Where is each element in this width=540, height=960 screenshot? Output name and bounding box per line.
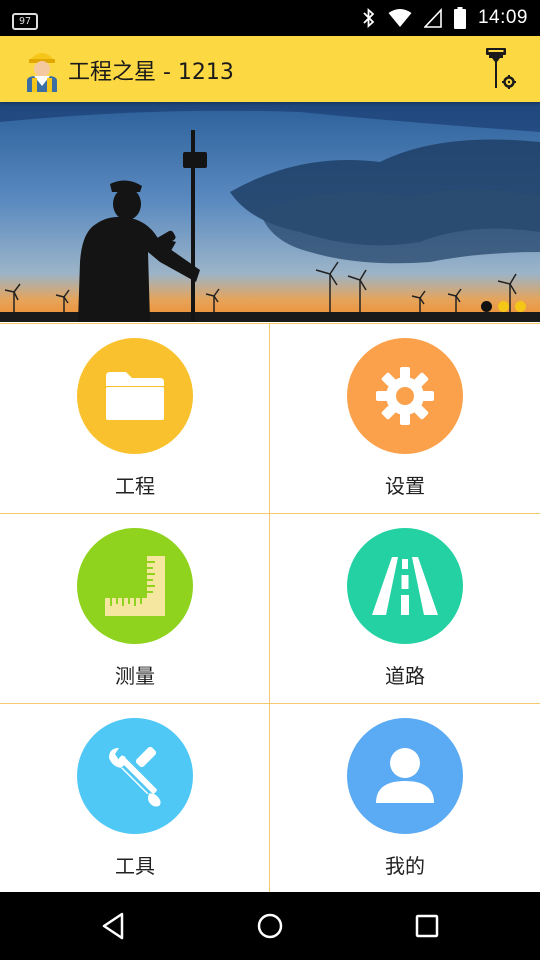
menu-item-tools[interactable]: 工具 <box>0 704 270 894</box>
system-nav-bar <box>0 892 540 960</box>
menu-item-measure[interactable]: 测量 <box>0 514 270 704</box>
gear-icon <box>376 367 434 425</box>
menu-label: 工具 <box>115 854 155 878</box>
menu-item-project[interactable]: 工程 <box>0 324 270 514</box>
home-icon[interactable] <box>254 910 286 942</box>
ruler-icon <box>105 556 165 616</box>
menu-icon-circle <box>77 338 193 454</box>
menu-label: 道路 <box>385 664 425 688</box>
status-icons: 14:09 <box>362 0 528 36</box>
menu-label: 测量 <box>115 664 155 688</box>
app-title: 工程之星 - 1213 <box>68 60 234 85</box>
carousel-dot-3[interactable] <box>515 301 526 312</box>
clock: 14:09 <box>477 7 528 28</box>
status-bar: 97 14:09 <box>0 0 540 36</box>
menu-icon-circle <box>77 528 193 644</box>
user-icon <box>376 748 434 803</box>
carousel-dot-2[interactable] <box>498 301 509 312</box>
tools-icon <box>109 746 161 807</box>
recents-icon[interactable] <box>411 910 443 942</box>
menu-item-profile[interactable]: 我的 <box>270 704 540 894</box>
menu-item-settings[interactable]: 设置 <box>270 324 540 514</box>
menu-label: 工程 <box>115 474 155 498</box>
menu-icon-circle <box>347 528 463 644</box>
banner-image <box>0 102 540 322</box>
menu-icon-circle <box>77 718 193 834</box>
menu-icon-circle <box>347 718 463 834</box>
menu-icon-circle <box>347 338 463 454</box>
wifi-icon <box>388 9 412 27</box>
carousel-indicator <box>481 301 526 312</box>
menu-label: 设置 <box>385 474 425 498</box>
menu-label: 我的 <box>385 854 425 878</box>
carousel-dot-1[interactable] <box>481 301 492 312</box>
surveyor-avatar-icon <box>27 53 57 92</box>
banner-carousel[interactable] <box>0 102 540 322</box>
battery-icon <box>453 7 466 29</box>
bluetooth-icon <box>363 8 375 28</box>
folder-icon <box>106 372 164 420</box>
gnss-receiver-settings-icon[interactable] <box>482 46 518 92</box>
signal-icon <box>423 8 442 28</box>
app-bar: 工程之星 - 1213 <box>0 36 540 102</box>
notification-area: 97 <box>12 9 38 30</box>
menu-item-road[interactable]: 道路 <box>270 514 540 704</box>
notification-badge: 97 <box>12 13 38 30</box>
road-icon <box>372 557 438 615</box>
main-menu-grid: 工程 设置 测量 道路 工具 我的 <box>0 323 540 894</box>
back-icon[interactable] <box>98 910 130 942</box>
